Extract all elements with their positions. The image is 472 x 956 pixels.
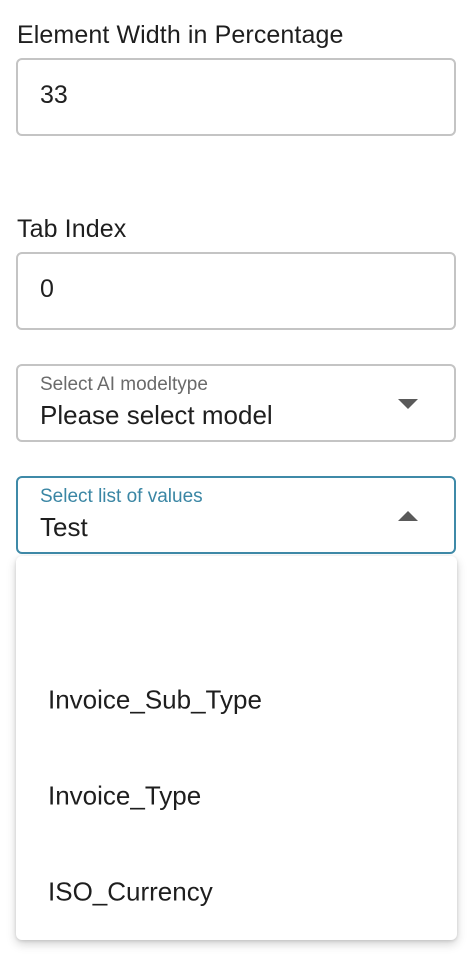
- ai-modeltype-value: Please select model: [40, 400, 273, 430]
- ai-modeltype-select[interactable]: Select AI modeltype Please select model: [16, 364, 456, 442]
- list-of-values-dropdown: Invoice_Sub_Type Invoice_Type ISO_Curren…: [16, 556, 457, 940]
- tab-index-label: Tab Index: [17, 215, 127, 243]
- ai-modeltype-label: Select AI modeltype: [40, 374, 208, 395]
- dropdown-option-invoice-type[interactable]: Invoice_Type: [16, 748, 457, 844]
- list-of-values-label: Select list of values: [40, 486, 203, 507]
- tab-index-value: 0: [40, 275, 54, 303]
- list-of-values-select[interactable]: Select list of values Test: [16, 476, 456, 554]
- tab-index-input[interactable]: 0: [16, 252, 456, 330]
- form-panel: Element Width in Percentage 33 Tab Index…: [0, 0, 472, 956]
- chevron-down-icon[interactable]: [398, 399, 418, 409]
- chevron-up-icon[interactable]: [398, 511, 418, 521]
- element-width-label: Element Width in Percentage: [17, 21, 344, 49]
- element-width-input[interactable]: 33: [16, 58, 456, 136]
- list-of-values-value: Test: [40, 512, 88, 542]
- dropdown-option-invoice-sub-type[interactable]: Invoice_Sub_Type: [16, 652, 457, 748]
- dropdown-option-iso-currency[interactable]: ISO_Currency: [16, 844, 457, 940]
- dropdown-option-empty[interactable]: [16, 556, 457, 652]
- element-width-value: 33: [40, 81, 68, 109]
